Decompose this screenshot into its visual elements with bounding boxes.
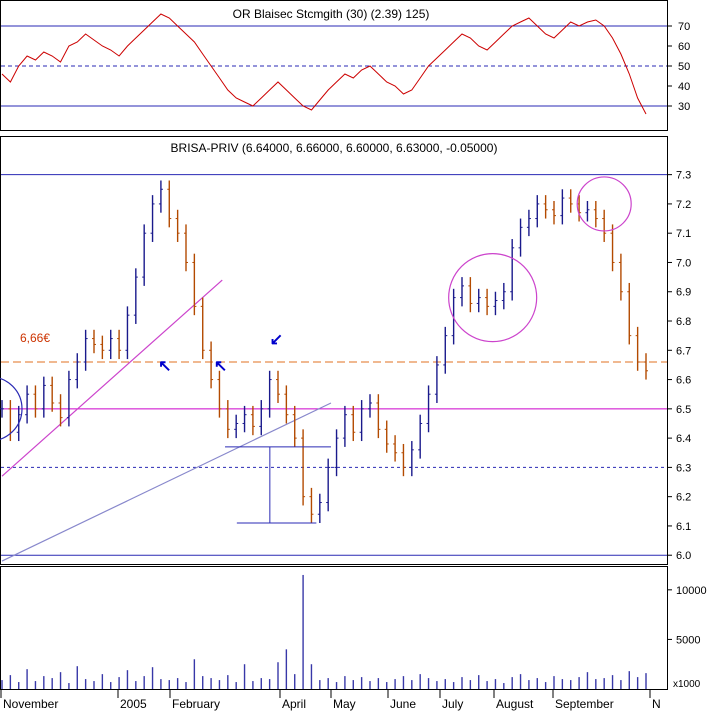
- price-tick-label: 6.3: [676, 462, 691, 474]
- price-note-label: 6,66€: [20, 331, 50, 345]
- volume-unit-label: x1000: [673, 679, 701, 690]
- volume-panel-frame: [0, 566, 668, 690]
- price-title: BRISA-PRIV (6.64000, 6.66000, 6.60000, 6…: [171, 141, 498, 155]
- price-tick-label: 6.5: [676, 404, 691, 416]
- price-tick-label: 6.9: [676, 287, 691, 299]
- chart-canvas: OR Blaisec Stcmgith (30) (2.39) 125) BRI…: [0, 0, 707, 711]
- rsi-title: OR Blaisec Stcmgith (30) (2.39) 125): [233, 7, 430, 21]
- price-tick-label: 6.4: [676, 433, 691, 445]
- pattern-arrow: ↖: [158, 358, 171, 375]
- x-tick-label: N: [652, 697, 661, 711]
- x-tick-label: May: [333, 697, 356, 711]
- price-tick-label: 6.0: [676, 550, 691, 562]
- rsi-tick-label: 60: [678, 41, 690, 53]
- price-tick-label: 6.7: [676, 345, 691, 357]
- price-tick-label: 6.1: [676, 521, 691, 533]
- volume-tick-label: 5000: [676, 634, 700, 646]
- price-tick-label: 6.6: [676, 375, 691, 387]
- x-tick-label: 2005: [120, 697, 147, 711]
- x-tick-label: April: [282, 697, 306, 711]
- rsi-tick-label: 50: [678, 61, 690, 73]
- price-tick-label: 7.2: [676, 199, 691, 211]
- rsi-tick-label: 30: [678, 101, 690, 113]
- x-tick-label: September: [555, 697, 614, 711]
- price-tick-label: 7.1: [676, 228, 691, 240]
- pattern-arrow: ↖: [214, 358, 227, 375]
- price-tick-label: 6.8: [676, 316, 691, 328]
- pattern-arrow: ↙: [270, 331, 283, 348]
- volume-tick-label: 10000: [676, 585, 707, 597]
- rsi-tick-label: 40: [678, 81, 690, 93]
- rsi-tick-label: 70: [678, 21, 690, 33]
- x-tick-label: November: [3, 697, 58, 711]
- x-tick-label: August: [496, 697, 534, 711]
- x-tick-label: February: [172, 697, 220, 711]
- price-tick-label: 7.3: [676, 170, 691, 182]
- price-panel-frame: [0, 136, 668, 565]
- x-tick-label: June: [390, 697, 416, 711]
- price-tick-label: 7.0: [676, 257, 691, 269]
- x-axis: November 2005 February April May June July Augu…: [0, 690, 661, 711]
- x-tick-label: July: [442, 697, 463, 711]
- price-tick-label: 6.2: [676, 492, 691, 504]
